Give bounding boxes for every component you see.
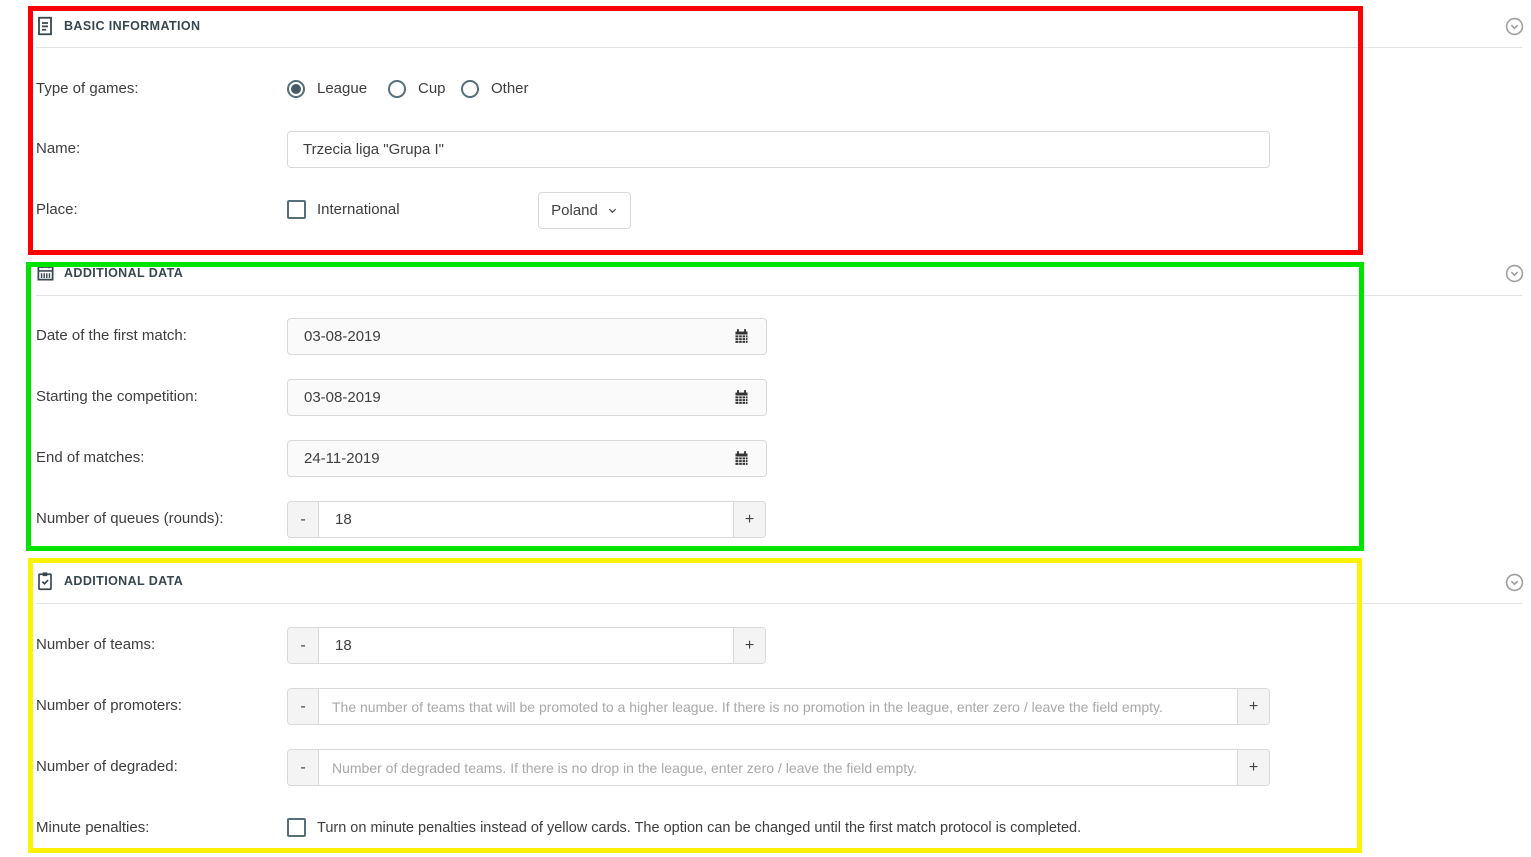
end-of-matches-value: 24-11-2019 bbox=[304, 450, 380, 467]
teams-label: Number of teams: bbox=[36, 636, 155, 654]
minute-penalties-label: Minute penalties: bbox=[36, 819, 149, 837]
degraded-input[interactable] bbox=[319, 750, 1237, 785]
basic-section-divider bbox=[36, 47, 1522, 48]
starting-competition-field[interactable]: 03-08-2019 bbox=[287, 379, 767, 416]
chevron-down-circle-icon bbox=[1505, 17, 1524, 36]
collapse-dates-section-button[interactable] bbox=[1505, 264, 1524, 283]
section-title-basic-information: BASIC INFORMATION bbox=[64, 19, 200, 34]
queues-value[interactable]: 18 bbox=[319, 502, 733, 537]
first-match-date-value: 03-08-2019 bbox=[304, 328, 381, 345]
collapse-basic-section-button[interactable] bbox=[1505, 17, 1524, 36]
promoters-label: Number of promoters: bbox=[36, 697, 182, 715]
queues-label: Number of queues (rounds): bbox=[36, 510, 224, 528]
name-label: Name: bbox=[36, 140, 80, 158]
starting-competition-value: 03-08-2019 bbox=[304, 389, 381, 406]
radio-cup[interactable]: Cup bbox=[388, 80, 446, 98]
country-select[interactable]: Poland bbox=[538, 192, 631, 229]
first-match-date-field[interactable]: 03-08-2019 bbox=[287, 318, 767, 355]
degraded-decrement-button[interactable]: - bbox=[288, 750, 319, 785]
degraded-stepper: - + bbox=[287, 749, 1270, 786]
document-icon bbox=[36, 16, 54, 36]
international-label: International bbox=[317, 201, 400, 219]
radio-other-label: Other bbox=[491, 80, 529, 98]
degraded-label: Number of degraded: bbox=[36, 758, 178, 776]
teams-decrement-button[interactable]: - bbox=[288, 628, 319, 663]
radio-league[interactable]: League bbox=[287, 80, 367, 98]
teams-stepper: - 18 + bbox=[287, 627, 766, 664]
calendar-icon[interactable] bbox=[733, 450, 750, 467]
chevron-down-circle-icon bbox=[1505, 264, 1524, 283]
place-label: Place: bbox=[36, 201, 78, 219]
international-checkbox[interactable] bbox=[287, 200, 306, 219]
type-of-games-label: Type of games: bbox=[36, 80, 139, 98]
chevron-down-circle-icon bbox=[1505, 573, 1524, 592]
degraded-increment-button[interactable]: + bbox=[1237, 750, 1269, 785]
calendar-icon[interactable] bbox=[733, 389, 750, 406]
clipboard-check-icon bbox=[36, 571, 54, 591]
collapse-teams-section-button[interactable] bbox=[1505, 573, 1524, 592]
promoters-increment-button[interactable]: + bbox=[1237, 689, 1269, 724]
radio-league-label: League bbox=[317, 80, 367, 98]
queues-decrement-button[interactable]: - bbox=[288, 502, 319, 537]
teams-value[interactable]: 18 bbox=[319, 628, 733, 663]
teams-increment-button[interactable]: + bbox=[733, 628, 765, 663]
end-of-matches-field[interactable]: 24-11-2019 bbox=[287, 440, 767, 477]
first-match-date-label: Date of the first match: bbox=[36, 327, 187, 345]
teams-section-divider bbox=[36, 603, 1522, 604]
queues-increment-button[interactable]: + bbox=[733, 502, 765, 537]
minute-penalties-checkbox[interactable] bbox=[287, 818, 306, 837]
calendar-icon[interactable] bbox=[733, 328, 750, 345]
calendar-icon bbox=[36, 263, 55, 282]
promoters-decrement-button[interactable]: - bbox=[288, 689, 319, 724]
dates-section-divider bbox=[36, 295, 1522, 296]
radio-unselected-icon bbox=[388, 80, 406, 98]
promoters-stepper: - + bbox=[287, 688, 1270, 725]
radio-cup-label: Cup bbox=[418, 80, 446, 98]
minute-penalties-caption: Turn on minute penalties instead of yell… bbox=[317, 819, 1081, 838]
starting-competition-label: Starting the competition: bbox=[36, 388, 198, 406]
section-title-additional-data-dates: ADDITIONAL DATA bbox=[64, 266, 183, 281]
end-of-matches-label: End of matches: bbox=[36, 449, 144, 467]
queues-stepper: - 18 + bbox=[287, 501, 766, 538]
radio-other[interactable]: Other bbox=[461, 80, 529, 98]
radio-selected-icon bbox=[287, 80, 305, 98]
chevron-down-icon bbox=[607, 205, 618, 216]
radio-unselected-icon bbox=[461, 80, 479, 98]
promoters-input[interactable] bbox=[319, 689, 1237, 724]
country-select-value: Poland bbox=[551, 202, 598, 219]
section-title-additional-data-teams: ADDITIONAL DATA bbox=[64, 574, 183, 589]
name-input[interactable] bbox=[287, 131, 1270, 168]
